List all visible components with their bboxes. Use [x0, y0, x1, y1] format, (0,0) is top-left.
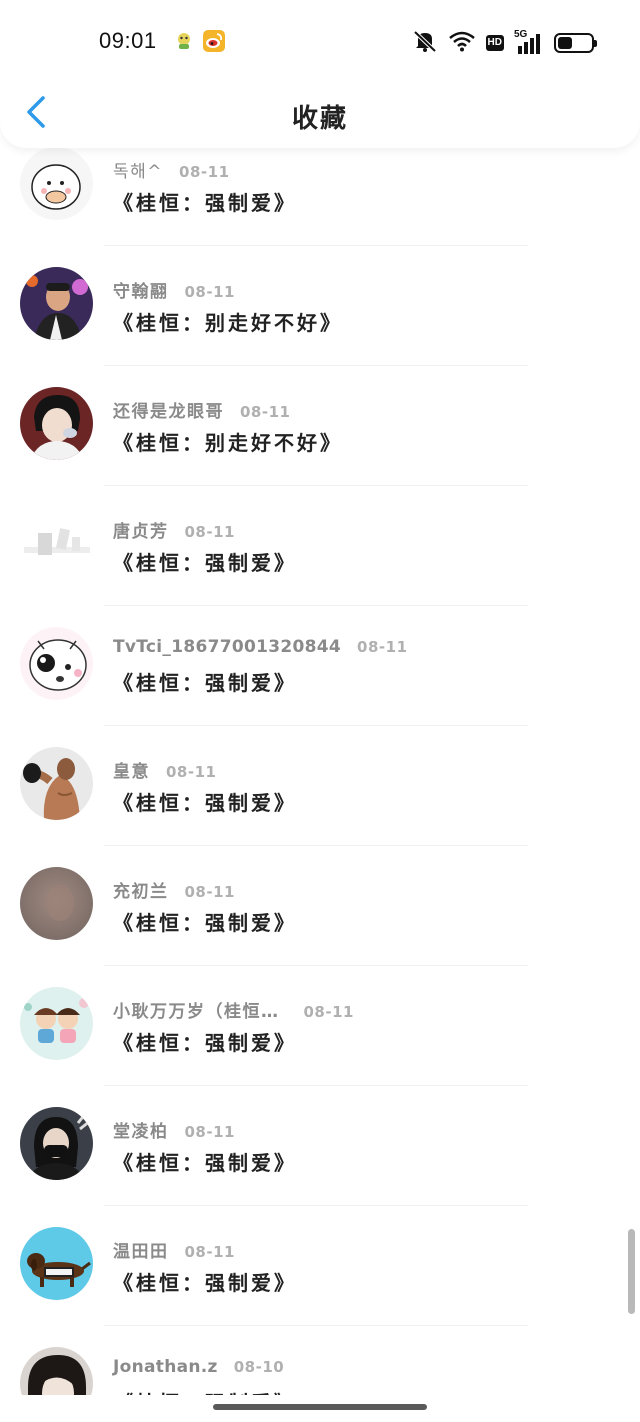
date: 08-11: [179, 163, 230, 181]
favorites-list[interactable]: 독해^ 08-11 《桂恒：强制爱》 守翰翮 08-11 《桂恒：别走好不好》 还得…: [0, 0, 640, 1395]
5g-signal-icon: 5G: [514, 29, 544, 54]
username: 还得是龙眼哥: [113, 402, 224, 422]
avatar[interactable]: [20, 867, 93, 940]
list-item[interactable]: Jonathan.z 08-10 《桂恒：强制爱》: [0, 1325, 640, 1395]
song-title[interactable]: 《桂恒：强制爱》: [113, 547, 297, 576]
date: 08-11: [357, 638, 408, 656]
nav-bar: 收藏: [0, 80, 640, 148]
username: Jonathan.z: [113, 1357, 218, 1377]
song-title[interactable]: 《桂恒：强制爱》: [113, 1267, 297, 1296]
username: 温田田: [113, 1242, 169, 1262]
date: 08-11: [303, 1003, 354, 1021]
avatar[interactable]: [20, 147, 93, 220]
list-item[interactable]: 温田田 08-11 《桂恒：强制爱》: [0, 1205, 640, 1326]
username: 充初兰: [113, 882, 169, 902]
username: TvTci_18677001320844: [113, 637, 342, 657]
mute-icon: [412, 29, 438, 57]
list-item[interactable]: 守翰翮 08-11 《桂恒：别走好不好》: [0, 245, 640, 366]
app-notification-icon: [173, 30, 195, 52]
list-item[interactable]: 小耿万万岁（桂恒… 08-11 《桂恒：强制爱》: [0, 965, 640, 1086]
song-title[interactable]: 《桂恒：强制爱》: [113, 1387, 297, 1395]
list-item[interactable]: TvTci_18677001320844 08-11 《桂恒：强制爱》: [0, 605, 640, 726]
song-title[interactable]: 《桂恒：强制爱》: [113, 1027, 297, 1056]
avatar[interactable]: [20, 267, 93, 340]
avatar[interactable]: [20, 747, 93, 820]
status-time: 09:01: [99, 28, 157, 53]
username: 小耿万万岁（桂恒…: [113, 1002, 280, 1022]
date: 08-11: [184, 523, 235, 541]
username: 皇意: [113, 762, 150, 782]
username: 堂凌柏: [113, 1122, 169, 1142]
date: 08-11: [184, 283, 235, 301]
song-title[interactable]: 《桂恒：强制爱》: [113, 667, 297, 696]
date: 08-11: [184, 1243, 235, 1261]
scrollbar-thumb[interactable]: [628, 1229, 635, 1314]
list-item[interactable]: 唐贞芳 08-11 《桂恒：强制爱》: [0, 485, 640, 606]
song-title[interactable]: 《桂恒：强制爱》: [113, 187, 297, 216]
date: 08-11: [166, 763, 217, 781]
wifi-icon: [448, 30, 476, 56]
date: 08-11: [184, 1123, 235, 1141]
avatar[interactable]: [20, 1107, 93, 1180]
song-title[interactable]: 《桂恒：别走好不好》: [113, 427, 343, 456]
home-indicator[interactable]: [213, 1404, 427, 1410]
song-title[interactable]: 《桂恒：别走好不好》: [113, 307, 343, 336]
avatar[interactable]: [20, 987, 93, 1060]
list-item[interactable]: 皇意 08-11 《桂恒：强制爱》: [0, 725, 640, 846]
avatar[interactable]: [20, 507, 93, 580]
date: 08-11: [240, 403, 291, 421]
username: 독해^: [113, 162, 164, 182]
avatar[interactable]: [20, 627, 93, 700]
song-title[interactable]: 《桂恒：强制爱》: [113, 907, 297, 936]
hd-icon: HD: [485, 35, 504, 51]
avatar[interactable]: [20, 1347, 93, 1395]
list-item[interactable]: 堂凌柏 08-11 《桂恒：强制爱》: [0, 1085, 640, 1206]
list-item[interactable]: 充初兰 08-11 《桂恒：强制爱》: [0, 845, 640, 966]
song-title[interactable]: 《桂恒：强制爱》: [113, 1147, 297, 1176]
page-title: 收藏: [291, 104, 348, 134]
list-item[interactable]: 还得是龙眼哥 08-11 《桂恒：别走好不好》: [0, 365, 640, 486]
battery-icon: [554, 33, 597, 53]
weibo-icon: [203, 30, 225, 52]
avatar[interactable]: [20, 387, 93, 460]
battery-level: [558, 37, 572, 49]
username: 守翰翮: [113, 282, 169, 302]
username: 唐贞芳: [113, 522, 169, 542]
date: 08-10: [233, 1358, 285, 1376]
avatar[interactable]: [20, 1227, 93, 1300]
song-title[interactable]: 《桂恒：强制爱》: [113, 787, 297, 816]
status-bar: 09:01 HD 5G: [0, 0, 640, 80]
date: 08-11: [184, 883, 235, 901]
